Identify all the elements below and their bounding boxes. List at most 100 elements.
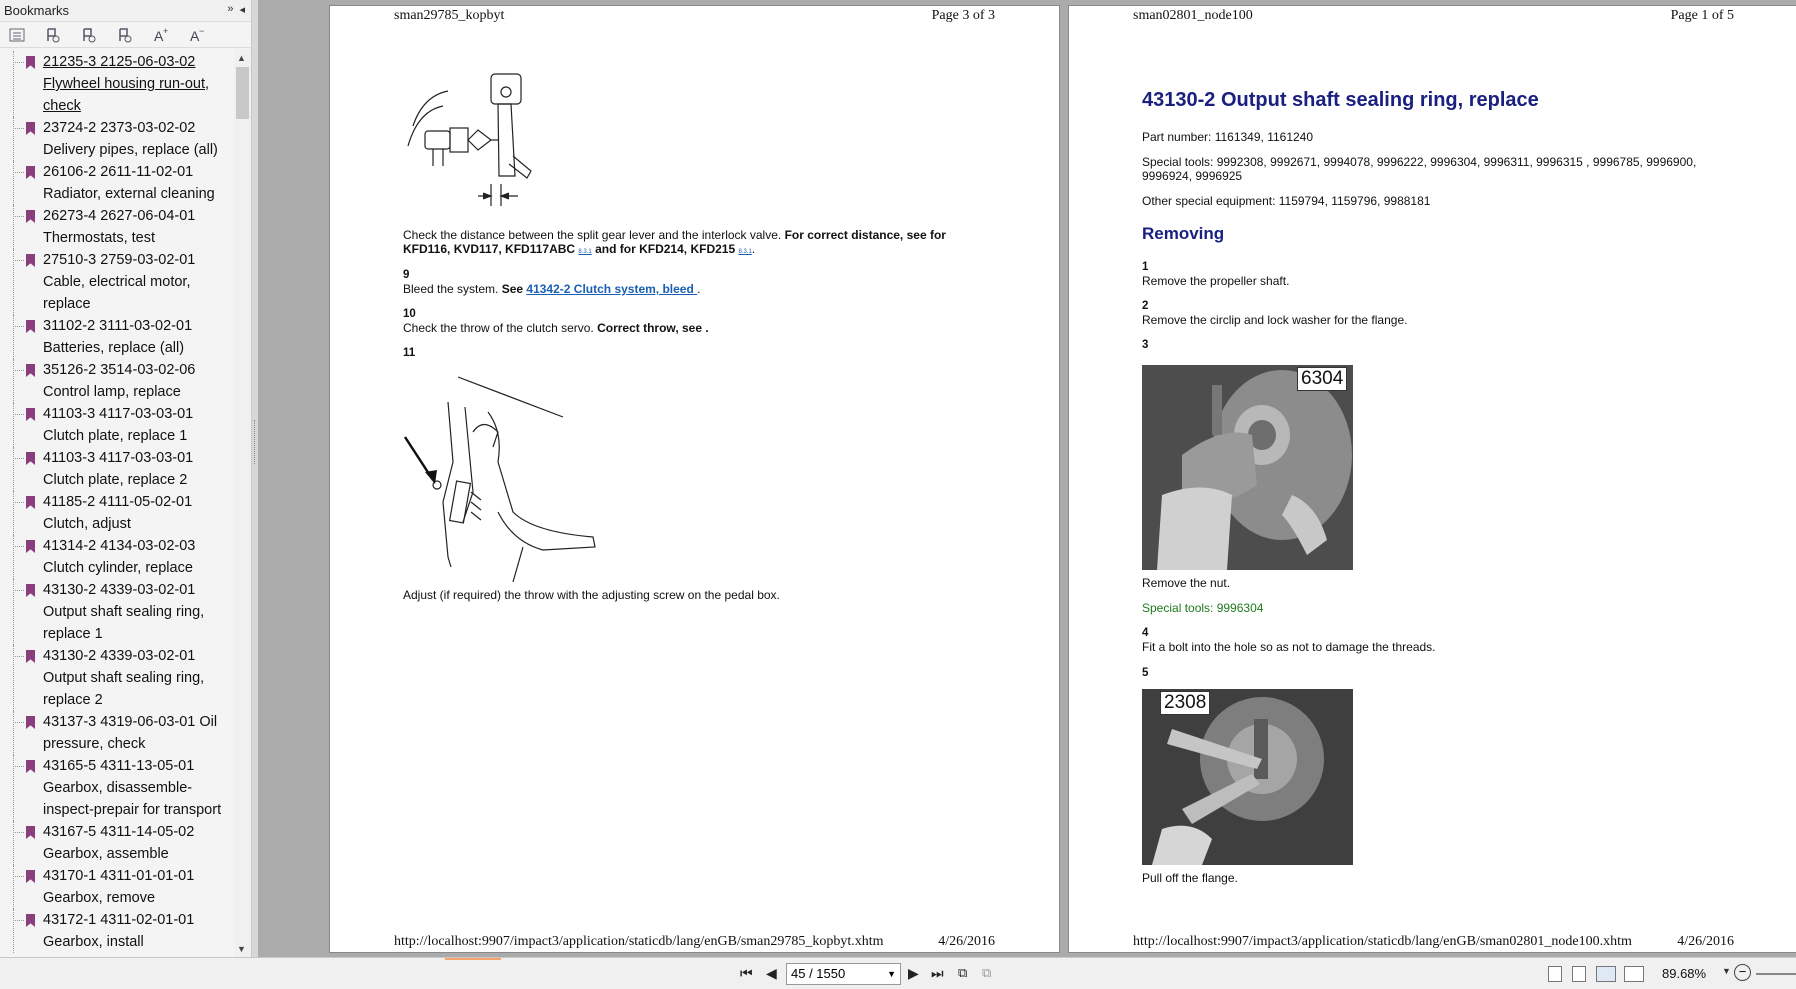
step-number: 11: [403, 347, 416, 359]
bookmark-icon: [26, 408, 35, 421]
facing-pages-icon[interactable]: [1596, 966, 1616, 982]
bookmark-item[interactable]: 41314-2 4134-03-02-03 Clutch cylinder, r…: [0, 535, 234, 579]
page-number-input[interactable]: 45 / 1550 ▼: [786, 963, 901, 985]
zoom-out-icon[interactable]: −: [1734, 964, 1751, 981]
ref-link[interactable]: 8.3.1: [578, 249, 591, 255]
previous-page-icon[interactable]: ◀: [766, 965, 777, 982]
text-smaller-icon[interactable]: A −: [188, 26, 206, 44]
previous-view-icon[interactable]: ⧉: [958, 965, 967, 981]
bookmark-item[interactable]: 41185-2 4111-05-02-01 Clutch, adjust: [0, 491, 234, 535]
bookmark-item[interactable]: 31102-2 3111-03-02-01 Batteries, replace…: [0, 315, 234, 359]
bookmark-item[interactable]: 21235-3 2125-06-03-02 Flywheel housing r…: [0, 51, 234, 117]
clutch-bleed-link[interactable]: 41342-2 Clutch system, bleed: [526, 282, 697, 296]
single-page-icon[interactable]: [1548, 966, 1562, 982]
bookmarks-panel: Bookmarks » ◂ A + A − 21235-3 2125-06-03-0…: [0, 0, 252, 957]
other-equipment: Other special equipment: 1159794, 115979…: [1142, 194, 1431, 208]
bookmark-icon: [26, 650, 35, 663]
procedure-title: 43130-2 Output shaft sealing ring, repla…: [1142, 89, 1539, 111]
adjust-throw-text: Adjust (if required) the throw with the …: [403, 588, 780, 602]
bookmark-item[interactable]: 43130-2 4339-03-02-01 Output shaft seali…: [0, 645, 234, 711]
bookmark-item[interactable]: 43167-5 4311-14-05-02 Gearbox, assemble: [0, 821, 234, 865]
page-header: sman02801_node100 Page 1 of 5: [1133, 8, 1734, 24]
bookmark-new-icon[interactable]: [116, 26, 134, 44]
text-larger-icon[interactable]: A +: [152, 26, 170, 44]
gear-lever-diagram: [403, 66, 563, 226]
bookmark-item[interactable]: 26106-2 2611-11-02-01 Radiator, external…: [0, 161, 234, 205]
page-footer: http://localhost:9907/impact3/applicatio…: [1133, 934, 1734, 950]
bookmark-item[interactable]: 26273-4 2627-06-04-01 Thermostats, test: [0, 205, 234, 249]
bookmark-item[interactable]: 41103-3 4117-03-03-01 Clutch plate, repl…: [0, 403, 234, 447]
status-bar: ⏮ ◀ 45 / 1550 ▼ ▶ ⏭ ⧉ ⧉ 89.68% ▼ −: [0, 957, 1796, 989]
bookmark-icon: [26, 452, 35, 465]
next-view-icon[interactable]: ⧉: [982, 965, 991, 981]
bookmark-icon: [26, 320, 35, 333]
bookmark-icon: [26, 122, 35, 135]
page-number-label: Page 3 of 3: [931, 8, 995, 23]
svg-text:−: −: [199, 27, 204, 36]
bookmark-icon: [26, 870, 35, 883]
bookmark-item[interactable]: 43165-5 4311-13-05-01 Gearbox, disassemb…: [0, 755, 234, 821]
first-page-icon[interactable]: ⏮: [740, 965, 753, 982]
bookmark-item[interactable]: 23724-2 2373-03-02-02 Delivery pipes, re…: [0, 117, 234, 161]
next-page-icon[interactable]: ▶: [908, 965, 919, 982]
continuous-page-icon[interactable]: [1572, 966, 1586, 982]
svg-text:+: +: [163, 27, 168, 36]
scroll-thumb[interactable]: [236, 67, 249, 119]
check-distance-text: Check the distance between the split gea…: [403, 228, 946, 256]
step-4: 4 Fit a bolt into the hole so as not to …: [1142, 627, 1436, 654]
last-page-icon[interactable]: ⏭: [931, 965, 944, 982]
collapse-panel-icon[interactable]: »: [227, 3, 233, 16]
step-number: 9: [403, 269, 410, 281]
part-number: Part number: 1161349, 1161240: [1142, 130, 1314, 144]
bookmark-item[interactable]: 43137-3 4319-06-03-01 Oil pressure, chec…: [0, 711, 234, 755]
section-heading: Removing: [1142, 224, 1225, 243]
chevron-down-icon[interactable]: ▼: [887, 966, 896, 982]
zoom-level[interactable]: 89.68%: [1662, 966, 1706, 981]
ref-link[interactable]: 8.3.1: [738, 249, 751, 255]
footer-url: http://localhost:9907/impact3/applicatio…: [1133, 934, 1632, 949]
page-header-id: sman02801_node100: [1133, 8, 1253, 23]
close-panel-icon[interactable]: ◂: [239, 3, 245, 16]
zoom-dropdown-icon[interactable]: ▼: [1722, 966, 1731, 976]
bookmark-icon: [26, 760, 35, 773]
bookmark-icon: [26, 56, 35, 69]
bookmark-icon: [26, 540, 35, 553]
bookmark-icon: [26, 914, 35, 927]
bookmark-item[interactable]: 43172-1 4311-02-01-01 Gearbox, install: [0, 909, 234, 953]
zoom-slider[interactable]: [1756, 973, 1796, 975]
footer-date: 4/26/2016: [938, 934, 995, 949]
bookmark-item[interactable]: 43170-1 4311-01-01-01 Gearbox, remove: [0, 865, 234, 909]
step-3-tools: Special tools: 9996304: [1142, 601, 1264, 615]
bookmark-collapse-icon[interactable]: [80, 26, 98, 44]
document-page-left: sman29785_kopbyt Page 3 of 3 Check the d…: [329, 5, 1060, 953]
step-3: 3: [1142, 338, 1148, 352]
scroll-down-icon[interactable]: ▼: [237, 944, 246, 954]
scroll-up-icon[interactable]: ▲: [237, 53, 246, 63]
step-3-text: Remove the nut.: [1142, 576, 1231, 590]
page-footer: http://localhost:9907/impact3/applicatio…: [394, 934, 995, 950]
pull-flange-photo: 2308: [1142, 689, 1353, 865]
bookmark-icon: [26, 210, 35, 223]
step-10: 10 Check the throw of the clutch servo. …: [403, 308, 709, 335]
page-number-label: Page 1 of 5: [1670, 8, 1734, 23]
panel-splitter[interactable]: [252, 0, 258, 957]
document-page-right: sman02801_node100 Page 1 of 5 43130-2 Ou…: [1068, 5, 1796, 953]
bookmark-item[interactable]: 35126-2 3514-03-02-06 Control lamp, repl…: [0, 359, 234, 403]
tool-label: 6304: [1297, 367, 1348, 391]
step-9: 9 Bleed the system. See 41342-2 Clutch s…: [403, 269, 701, 296]
bookmark-item[interactable]: 27510-3 2759-03-02-01 Cable, electrical …: [0, 249, 234, 315]
special-tools: Special tools: 9992308, 9992671, 9994078…: [1142, 155, 1697, 183]
list-options-icon[interactable]: [8, 26, 26, 44]
pedal-box-diagram: [403, 372, 603, 592]
accent-mark: [445, 958, 501, 960]
bookmarks-toolbar: A + A −: [0, 22, 251, 48]
bookmarks-scrollbar[interactable]: ▲ ▼: [234, 49, 251, 957]
step-number: 4: [1142, 627, 1149, 639]
footer-date: 4/26/2016: [1677, 934, 1734, 949]
step-5-text: Pull off the flange.: [1142, 871, 1238, 885]
bookmark-icon: [26, 826, 35, 839]
continuous-facing-icon[interactable]: [1624, 966, 1644, 982]
bookmark-item[interactable]: 41103-3 4117-03-03-01 Clutch plate, repl…: [0, 447, 234, 491]
bookmark-item[interactable]: 43130-2 4339-03-02-01 Output shaft seali…: [0, 579, 234, 645]
bookmark-expand-icon[interactable]: [44, 26, 62, 44]
